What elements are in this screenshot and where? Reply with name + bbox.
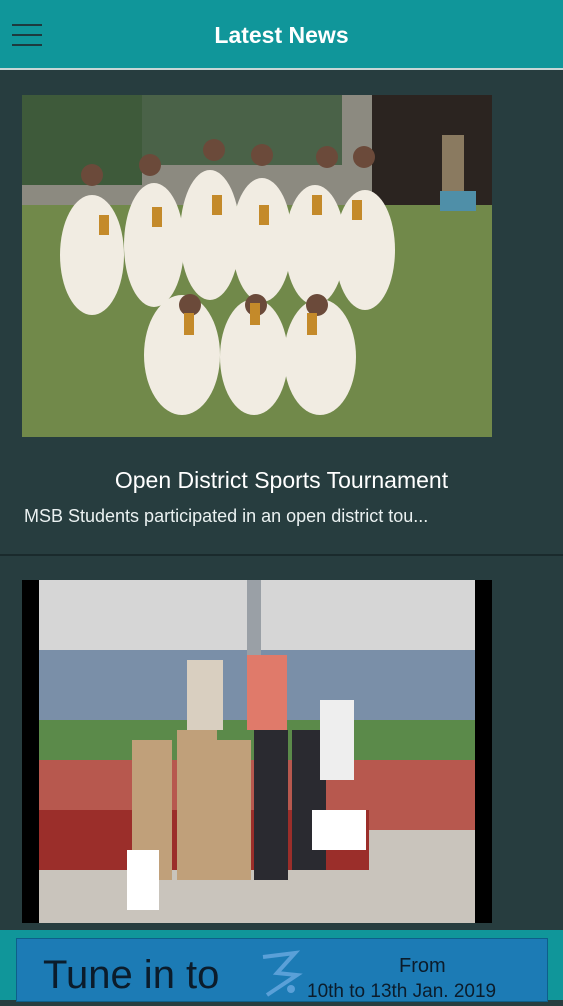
- news-image: [22, 580, 492, 923]
- news-card[interactable]: [0, 558, 563, 930]
- news-image: [22, 95, 492, 437]
- event-logo: [257, 947, 303, 1006]
- banner-panel: Tune in to From 10th to 13th Jan. 2019: [16, 938, 548, 1002]
- page-title: Latest News: [214, 22, 349, 48]
- news-card[interactable]: Open District Sports Tournament MSB Stud…: [0, 72, 563, 556]
- app-bar: Latest News: [0, 0, 563, 70]
- news-description: MSB Students participated in an open dis…: [24, 506, 429, 526]
- banner-from-text: From: [399, 955, 446, 977]
- news-title: Open District Sports Tournament: [114, 467, 449, 493]
- event-banner[interactable]: Tune in to From 10th to 13th Jan. 2019: [0, 930, 563, 1002]
- banner-tune-text: Tune in to: [43, 953, 220, 997]
